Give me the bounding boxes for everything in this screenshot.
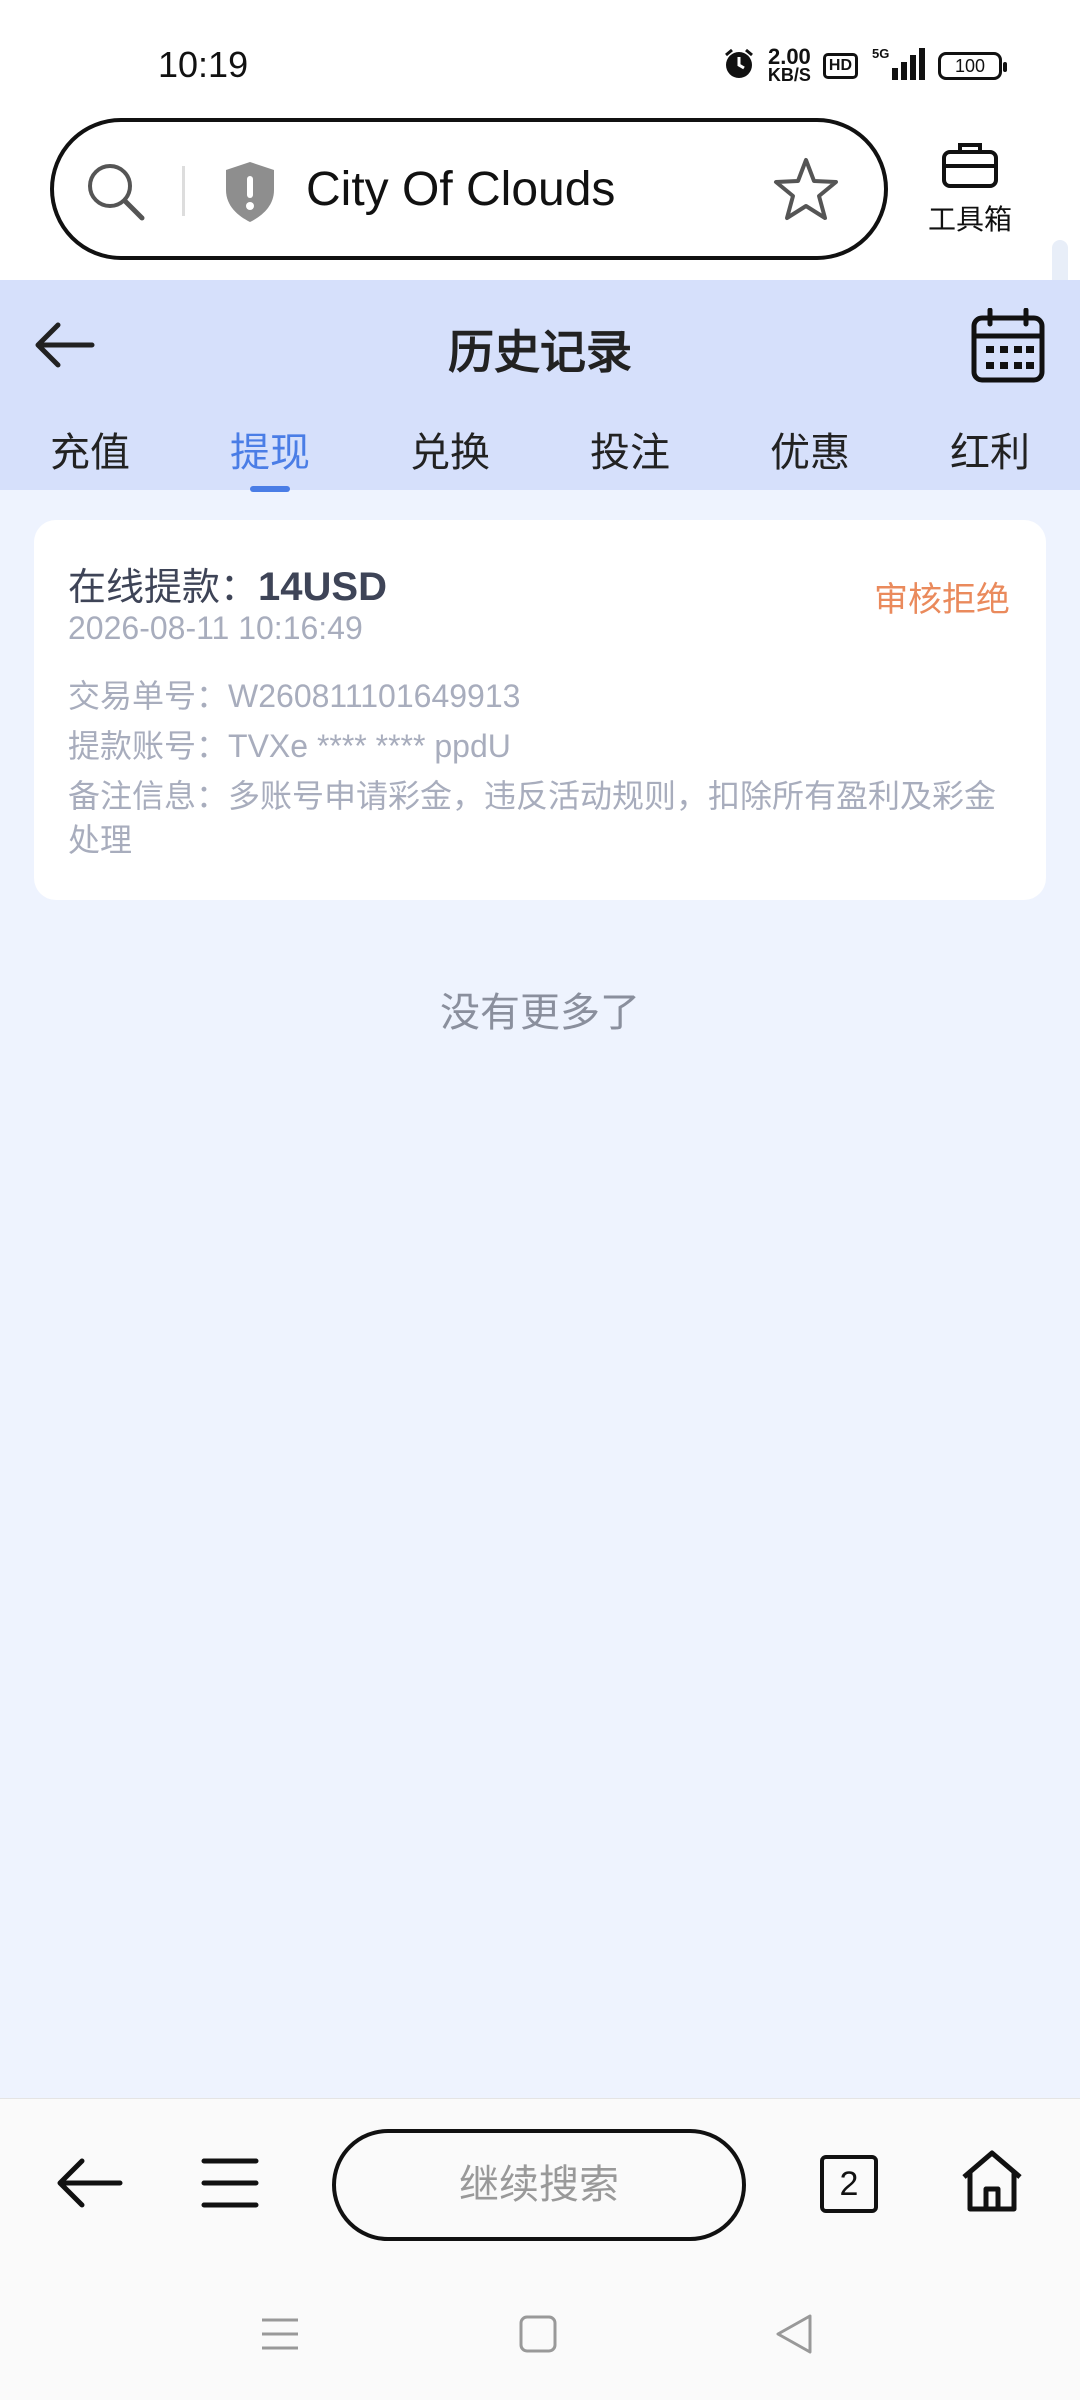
calendar-icon[interactable] — [970, 307, 1046, 388]
battery-indicator: 100 — [938, 52, 1007, 80]
system-nav-bar — [0, 2270, 1080, 2400]
order-number-row: 交易单号：W260811101649913 — [68, 677, 521, 715]
tab-withdraw[interactable]: 提现 — [210, 420, 330, 478]
browser-bottom-nav: 继续搜索 2 — [0, 2098, 1080, 2270]
status-badge: 审核拒绝 — [874, 580, 1010, 620]
tab-exchange[interactable]: 兑换 — [390, 420, 510, 478]
hd-badge: HD — [822, 53, 858, 79]
security-shield-icon[interactable] — [222, 160, 278, 228]
address-bar[interactable]: City Of Clouds — [50, 118, 888, 260]
active-tab-indicator — [250, 486, 290, 492]
alarm-icon — [722, 47, 756, 85]
menu-icon[interactable] — [200, 2153, 260, 2217]
signal-icon: 5G — [870, 46, 926, 86]
address-divider — [182, 166, 185, 216]
toolbox-icon — [940, 143, 1000, 194]
tab-bonus[interactable]: 红利 — [930, 420, 1050, 478]
bookmark-star-icon[interactable] — [772, 156, 840, 228]
back-icon[interactable] — [54, 2151, 126, 2219]
tab-recharge[interactable]: 充值 — [30, 420, 150, 478]
toolbox-label: 工具箱 — [927, 203, 1012, 236]
search-icon[interactable] — [84, 160, 148, 228]
record-title: 在线提款：14USD — [68, 565, 387, 609]
record-datetime: 2026-08-11 10:16:49 — [68, 610, 363, 646]
url-text[interactable]: City Of Clouds — [306, 162, 615, 217]
record-amount: 14USD — [258, 565, 387, 609]
home-icon[interactable] — [958, 2147, 1026, 2219]
record-type-tabs: 充值 提现 兑换 投注 优惠 红利 — [0, 420, 1080, 490]
page-title: 历史记录 — [448, 325, 632, 379]
withdrawal-record-card[interactable]: 在线提款：14USD 审核拒绝 2026-08-11 10:16:49 交易单号… — [34, 520, 1046, 900]
toolbox-button[interactable]: 工具箱 — [920, 140, 1020, 238]
tab-bets[interactable]: 投注 — [570, 420, 690, 478]
continue-search-button[interactable]: 继续搜索 — [332, 2129, 746, 2241]
network-speed: 2.00 KB/S — [767, 44, 811, 85]
system-home-icon[interactable] — [518, 2314, 558, 2358]
note-row: 备注信息：多账号申请彩金，违反活动规则，扣除所有盈利及彩金处理 — [68, 777, 997, 859]
system-back-icon[interactable] — [772, 2312, 816, 2360]
system-menu-icon[interactable] — [260, 2314, 300, 2358]
tab-promotions[interactable]: 优惠 — [750, 420, 870, 478]
page-header: 历史记录 充值 提现 兑换 投注 优惠 红利 — [0, 280, 1080, 492]
list-end-text: 没有更多了 — [440, 990, 640, 1036]
svg-text:5G: 5G — [872, 46, 889, 61]
status-bar: 10:19 2.00 KB/S HD 5G 100 — [0, 0, 1080, 110]
tab-count-button[interactable]: 2 — [820, 2155, 878, 2213]
status-icons: 2.00 KB/S HD 5G 100 — [722, 44, 1007, 86]
account-row: 提款账号：TVXe **** **** ppdU — [68, 727, 511, 765]
status-time: 10:19 — [158, 44, 249, 85]
browser-toolbar: City Of Clouds 工具箱 — [0, 110, 1080, 390]
